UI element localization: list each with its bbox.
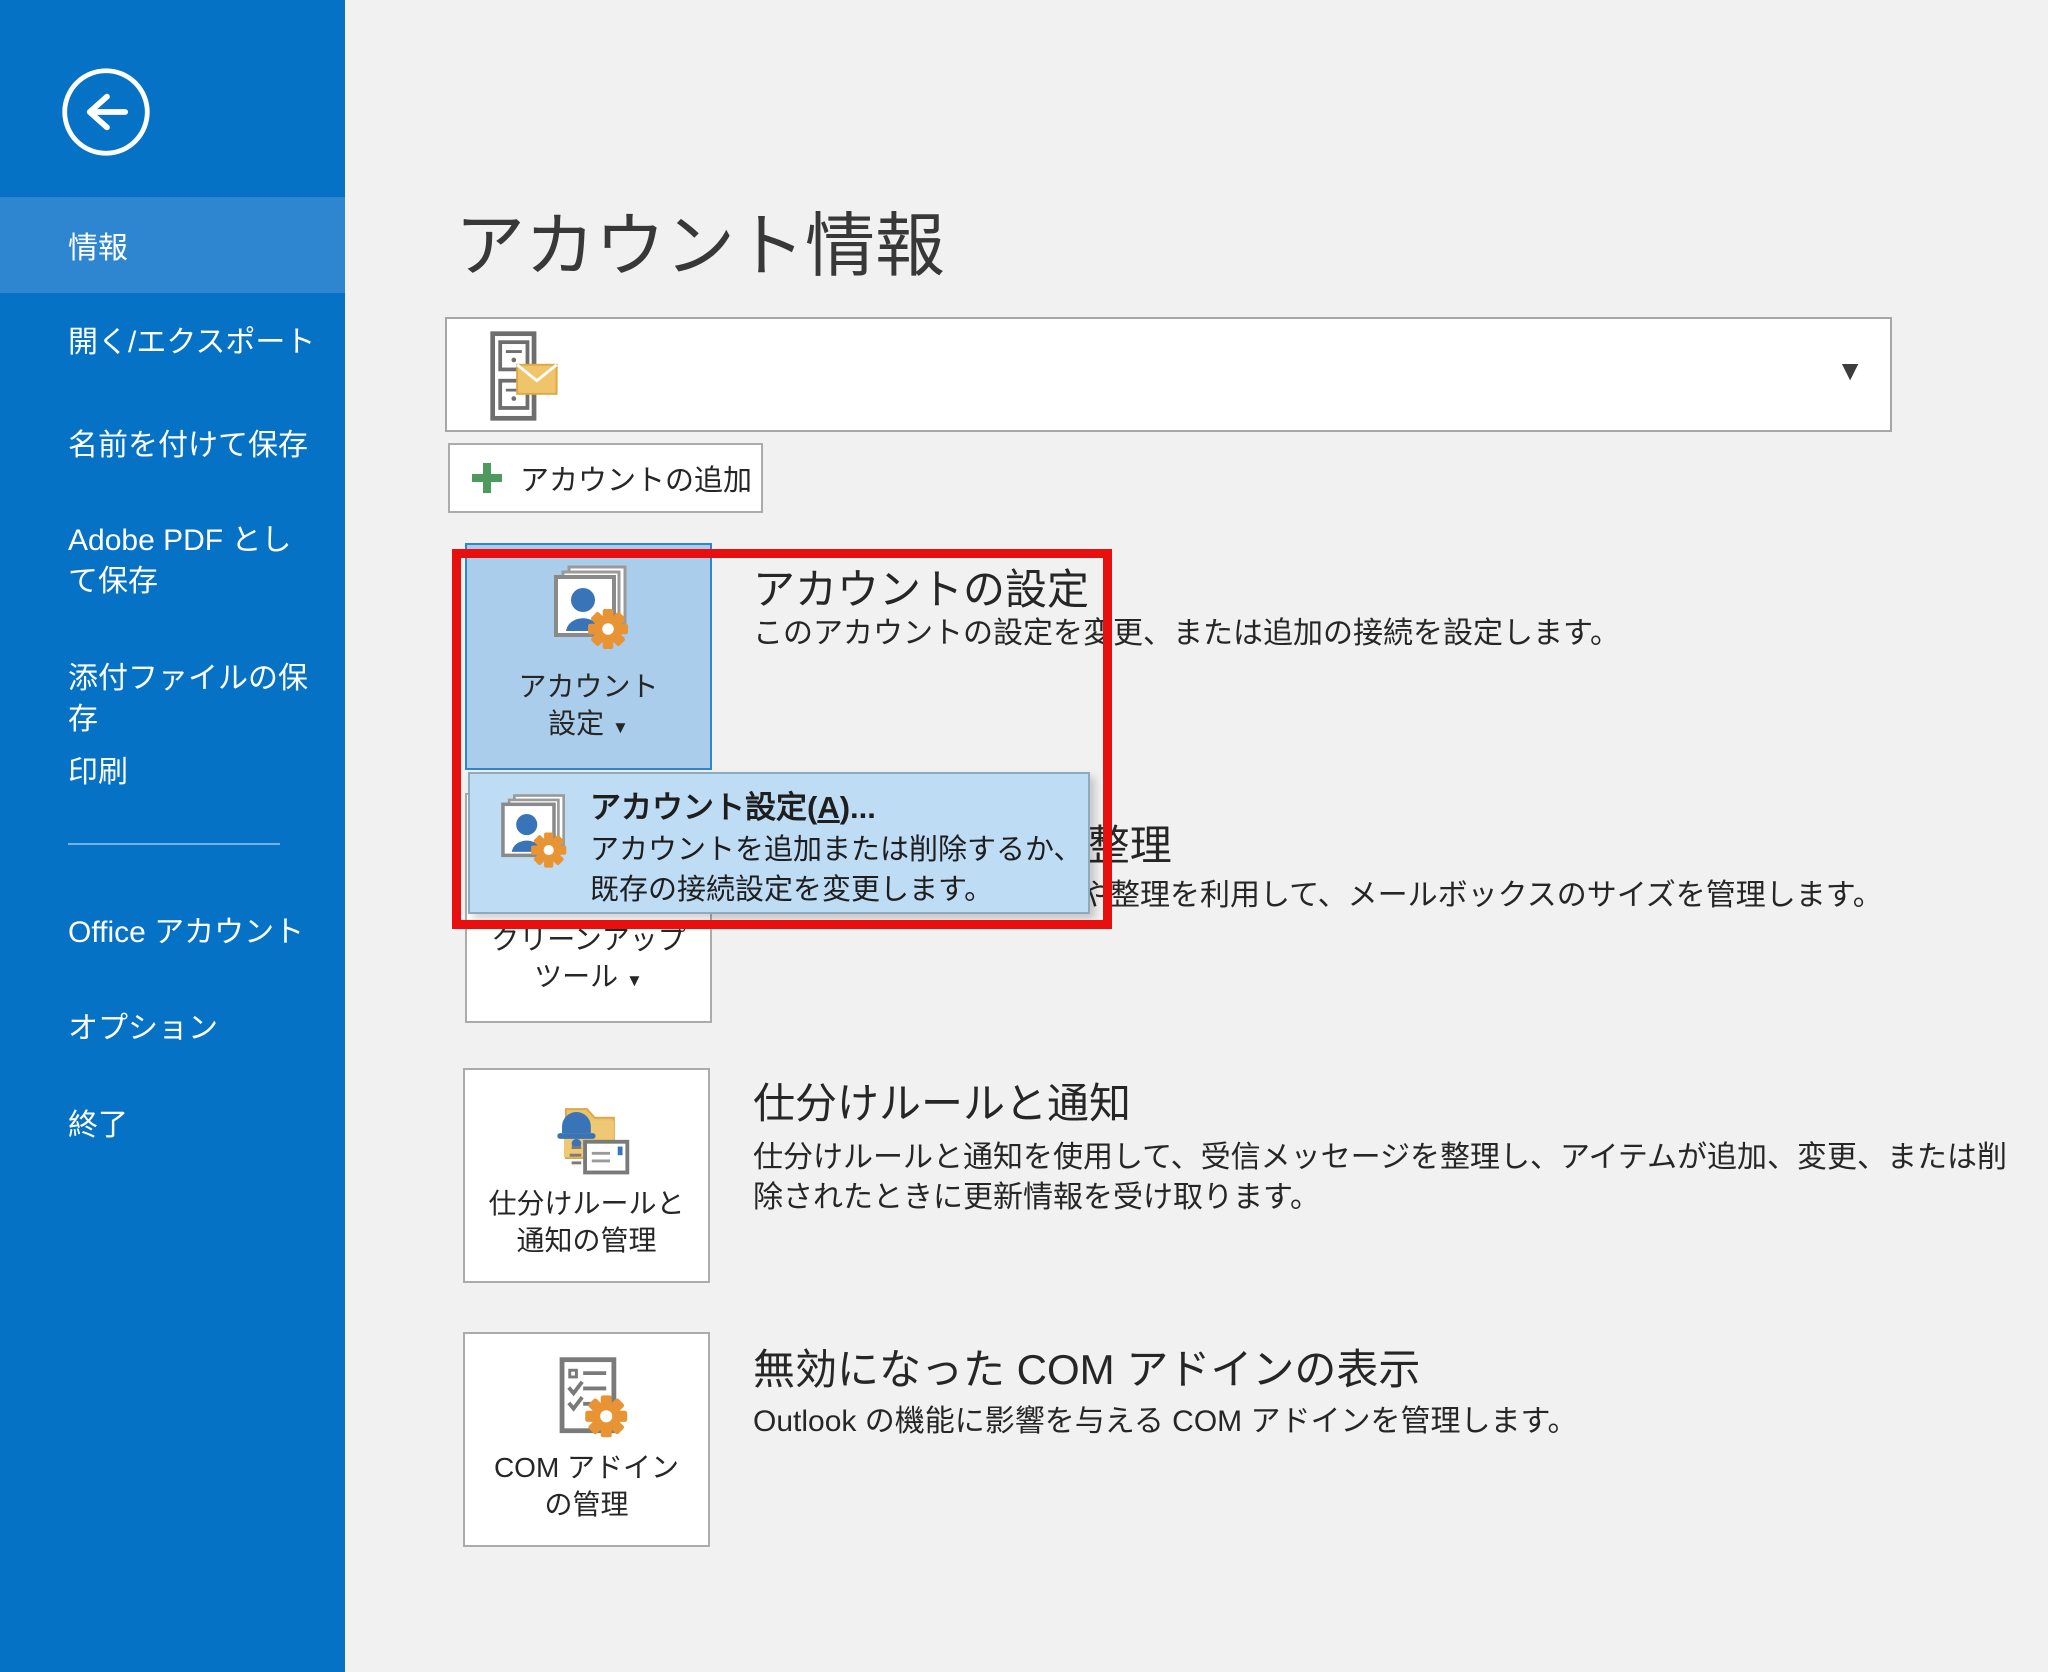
account-settings-button-label: アカウント 設定 ▼ [518, 668, 658, 768]
sidebar-item-save-as[interactable]: 名前を付けて保存 [68, 425, 330, 466]
add-account-label: アカウントの追加 [520, 457, 752, 499]
sidebar-item-save-attachments[interactable]: 添付ファイルの保存 [68, 658, 330, 740]
sidebar-item-open-export[interactable]: 開く/エクスポート [68, 322, 330, 363]
account-files-icon [471, 329, 567, 423]
sidebar-item-label: 添付ファイルの保存 [68, 662, 308, 736]
outlook-backstage-account-info: 情報 開く/エクスポート 名前を付けて保存 Adobe PDF として保存 添付… [0, 0, 2048, 1672]
sidebar-item-info[interactable]: 情報 [0, 197, 345, 293]
sidebar-item-label: 開く/エクスポート [68, 326, 315, 359]
sidebar-item-save-adobe-pdf[interactable]: Adobe PDF として保存 [68, 520, 320, 602]
plus-icon [470, 461, 504, 495]
sidebar-item-label: 情報 [68, 223, 128, 267]
backstage-sidebar: 情報 開く/エクスポート 名前を付けて保存 Adobe PDF として保存 添付… [0, 0, 345, 1672]
menu-item-title: アカウント設定(A)... [590, 782, 876, 827]
sidebar-item-label: Adobe PDF として保存 [68, 524, 291, 598]
sidebar-item-options[interactable]: オプション [68, 1008, 330, 1049]
section-desc-account-settings: このアカウントの設定を変更、または追加の接続を設定します。 [753, 614, 1620, 654]
cleanup-tools-button-label: クリーンアップ ツール ▼ [491, 921, 686, 1021]
account-selector-dropdown[interactable]: ▼ [445, 317, 1892, 432]
section-desc-com-addins: Outlook の機能に影響を与える COM アドインを管理します。 [753, 1402, 1577, 1442]
section-heading-rules-alerts: 仕分けルールと通知 [753, 1070, 1131, 1131]
account-settings-icon [539, 563, 639, 663]
dropdown-caret-icon: ▼ [612, 718, 629, 737]
section-heading-account-settings: アカウントの設定 [753, 556, 1089, 617]
sidebar-item-print[interactable]: 印刷 [68, 752, 330, 793]
rules-and-alerts-button[interactable]: 仕分けルールと 通知の管理 [463, 1068, 710, 1283]
dropdown-caret-icon: ▼ [626, 971, 643, 990]
account-settings-icon [488, 790, 576, 882]
back-arrow-icon [58, 64, 154, 160]
com-addins-icon [539, 1352, 635, 1448]
sidebar-item-office-account[interactable]: Office アカウント [68, 912, 330, 953]
rules-alerts-icon [539, 1088, 635, 1184]
account-settings-menu-item[interactable]: アカウント設定(A)... アカウントを追加または削除するか、 既存の接続設定を… [468, 772, 1090, 914]
sidebar-item-label: 名前を付けて保存 [68, 429, 308, 462]
back-button[interactable] [58, 64, 154, 160]
rules-and-alerts-button-label: 仕分けルールと 通知の管理 [488, 1185, 684, 1281]
manage-com-addins-button[interactable]: COM アドイン の管理 [463, 1332, 710, 1547]
sidebar-item-label: Office アカウント [68, 916, 304, 949]
menu-item-description: アカウントを追加または削除するか、 既存の接続設定を変更します。 [590, 830, 1082, 910]
sidebar-item-label: オプション [68, 1012, 218, 1045]
page-title: アカウント情報 [455, 190, 945, 291]
sidebar-item-label: 印刷 [68, 756, 128, 789]
section-desc-rules-alerts: 仕分けルールと通知を使用して、受信メッセージを整理し、アイテムが追加、変更、また… [753, 1138, 2007, 1218]
combo-caret-icon[interactable]: ▼ [1836, 355, 1864, 387]
add-account-button[interactable]: アカウントの追加 [448, 443, 763, 513]
manage-com-addins-button-label: COM アドイン の管理 [494, 1449, 679, 1545]
sidebar-divider [68, 843, 280, 845]
sidebar-item-exit[interactable]: 終了 [68, 1105, 330, 1146]
account-settings-button[interactable]: アカウント 設定 ▼ [465, 543, 712, 770]
section-heading-com-addins: 無効になった COM アドインの表示 [753, 1336, 1420, 1397]
sidebar-item-label: 終了 [68, 1109, 128, 1142]
